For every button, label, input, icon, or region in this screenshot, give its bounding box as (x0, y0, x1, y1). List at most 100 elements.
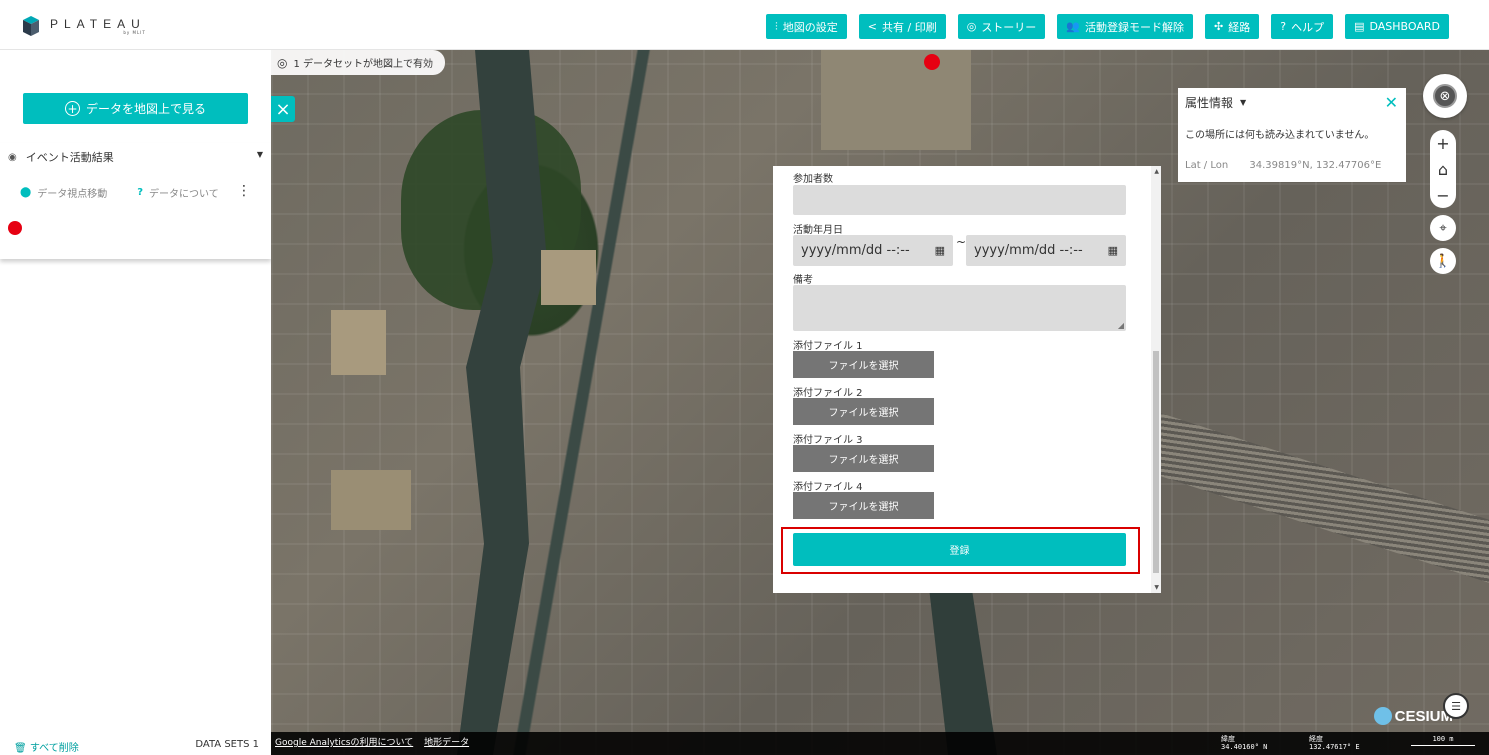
zoom-in-icon[interactable]: + (1436, 134, 1449, 153)
file4-label: 添付ファイル 4 (793, 482, 863, 493)
map-bottom-bar: Google Analyticsの利用について 地形データ 緯度 34.4016… (271, 732, 1489, 755)
active-datasets-text: 1 データセットが地図上で有効 (293, 59, 434, 70)
scale-bar: 100 m (1411, 735, 1475, 746)
file4-choose-button[interactable]: ファイルを選択 (793, 492, 934, 519)
map-field (541, 250, 596, 305)
view-data-on-map-button[interactable]: + データを地図上で見る (23, 93, 248, 124)
terrain-data-link[interactable]: 地形データ (424, 738, 469, 748)
plateau-logo[interactable]: PLATEAU by MLIT (22, 14, 146, 38)
map-view[interactable]: ◎ 1 データセットが地図上で有効 × 参加者数 活動年月日 yyyy/mm/d… (271, 50, 1489, 755)
locate-button[interactable]: ⌖ (1430, 215, 1456, 241)
file3-label: 添付ファイル 3 (793, 435, 863, 446)
calendar-icon[interactable]: ▦ (935, 244, 945, 257)
analytics-link[interactable]: Google Analyticsの利用について (275, 738, 413, 748)
feedback-button[interactable]: ☰ (1443, 693, 1469, 719)
nav-label: ストーリー (981, 20, 1037, 34)
nav-label: 活動登録モード解除 (1085, 20, 1185, 34)
clear-all-label: すべて削除 (29, 743, 79, 754)
dataset-title-row[interactable]: ◉ イベント活動結果 (8, 149, 114, 165)
exit-activity-mode-button[interactable]: 👥 活動登録モード解除 (1057, 14, 1194, 39)
scroll-down-icon[interactable]: ▼ (1154, 584, 1159, 591)
note-label: 備考 (793, 275, 813, 286)
plateau-cube-icon (23, 16, 39, 36)
dashboard-button[interactable]: ▤ DASHBOARD (1345, 14, 1449, 39)
start-date-input[interactable]: yyyy/mm/dd --:-- ▦ (793, 235, 953, 266)
longitude-readout: 経度 132.47617° E (1309, 735, 1360, 751)
route-icon: ✣ (1214, 20, 1224, 33)
zoom-control: + ⌂ − (1430, 130, 1456, 208)
person-icon: 🚶 (1434, 253, 1452, 269)
close-sidebar-button[interactable]: × (271, 96, 295, 122)
cesium-globe-icon (1373, 707, 1392, 725)
scrollbar-thumb[interactable] (1153, 351, 1159, 573)
scroll-up-icon[interactable]: ▲ (1154, 168, 1159, 175)
about-data-link[interactable]: データについて (149, 185, 219, 200)
form-scrollbar[interactable]: ▲ ▼ (1151, 166, 1161, 593)
zoom-out-icon[interactable]: − (1436, 186, 1449, 205)
help-icon: ? (1280, 20, 1287, 33)
latlon-value: 34.39819°N, 132.47706°E (1249, 160, 1382, 171)
pedestrian-button[interactable]: 🚶 (1430, 248, 1456, 274)
calendar-icon[interactable]: ▦ (1108, 244, 1118, 257)
dataset-card: ◉ イベント活動結果 ▼ ⬤ データ視点移動 ? データについて ⋮ (0, 143, 271, 259)
attribute-title-row[interactable]: 属性情報 ▼ (1185, 94, 1246, 111)
help-button[interactable]: ? ヘルプ (1271, 14, 1334, 39)
end-date-input[interactable]: yyyy/mm/dd --:-- ▦ (966, 235, 1126, 266)
share-print-button[interactable]: < 共有 / 印刷 (858, 14, 946, 39)
map-settings-button[interactable]: ⫶ 地図の設定 (766, 14, 847, 39)
crosshair-icon: ⌖ (1439, 220, 1447, 236)
attribute-message: この場所には何も読み込まれていません。 (1185, 130, 1375, 141)
map-field (331, 470, 411, 530)
move-to-data-link[interactable]: データ視点移動 (37, 185, 107, 200)
bottom-links: Google Analyticsの利用について 地形データ (275, 735, 477, 748)
caret-down-icon[interactable]: ▼ (1240, 98, 1246, 107)
sidebar-footer: 🗑 すべて削除 DATA SETS 1 (0, 733, 271, 755)
longitude-value: 132.47617° E (1309, 743, 1360, 751)
latitude-value: 34.40160° N (1221, 743, 1268, 751)
nav-label: 共有 / 印刷 (882, 20, 937, 34)
attribute-info-panel: 属性情報 ▼ ✕ この場所には何も読み込まれていません。 Lat / Lon 3… (1178, 88, 1406, 182)
map-pin-icon[interactable]: ⬤ (20, 187, 31, 198)
sliders-icon: ⫶ (775, 19, 778, 33)
cesium-logo[interactable]: CESIUM (1373, 707, 1453, 725)
attribute-latlon: Lat / Lon 34.39819°N, 132.47706°E (1185, 160, 1381, 171)
register-button[interactable]: 登録 (793, 533, 1126, 566)
signal-icon: ◎ (277, 55, 288, 70)
home-icon[interactable]: ⌂ (1438, 160, 1448, 179)
story-button[interactable]: ◎ ストーリー (957, 14, 1046, 39)
more-vert-icon[interactable]: ⋮ (237, 183, 251, 199)
nav-label: ヘルプ (1291, 20, 1325, 34)
eye-icon[interactable]: ◉ (8, 152, 17, 163)
compass-icon: ⊗ (1433, 84, 1457, 108)
latitude-readout: 緯度 34.40160° N (1221, 735, 1267, 751)
date-separator: ~ (956, 235, 967, 249)
map-railway (1131, 409, 1489, 591)
file1-choose-button[interactable]: ファイルを選択 (793, 351, 934, 378)
logo-text: PLATEAU (50, 16, 146, 31)
logo-subtext: by MLIT (123, 29, 146, 35)
route-button[interactable]: ✣ 経路 (1205, 14, 1260, 39)
participants-input[interactable] (793, 185, 1126, 215)
active-datasets-badge: ◎ 1 データセットが地図上で有効 (271, 50, 446, 75)
question-icon[interactable]: ? (137, 187, 143, 198)
note-textarea[interactable]: ◢ (793, 285, 1126, 331)
file2-choose-button[interactable]: ファイルを選択 (793, 398, 934, 425)
participants-label: 参加者数 (793, 174, 833, 185)
book-icon: ▤ (1354, 20, 1365, 33)
latlon-label: Lat / Lon (1185, 160, 1229, 171)
map-marker[interactable] (924, 54, 940, 70)
group-icon: 👥 (1066, 20, 1081, 33)
nav-label: DASHBOARD (1369, 20, 1440, 33)
chat-icon: ☰ (1451, 699, 1461, 713)
compass-control[interactable]: ⊗ (1423, 74, 1467, 118)
clear-all-link[interactable]: 🗑 すべて削除 (14, 739, 79, 754)
map-field (821, 50, 971, 150)
caret-down-icon[interactable]: ▼ (257, 150, 263, 159)
longitude-label: 経度 (1309, 735, 1323, 743)
resize-handle-icon[interactable]: ◢ (1118, 321, 1124, 330)
close-icon[interactable]: ✕ (1385, 93, 1398, 112)
dataset-count: DATA SETS 1 (195, 739, 259, 750)
end-date-placeholder: yyyy/mm/dd --:-- (974, 243, 1083, 258)
file3-choose-button[interactable]: ファイルを選択 (793, 445, 934, 472)
story-icon: ◎ (966, 20, 977, 33)
